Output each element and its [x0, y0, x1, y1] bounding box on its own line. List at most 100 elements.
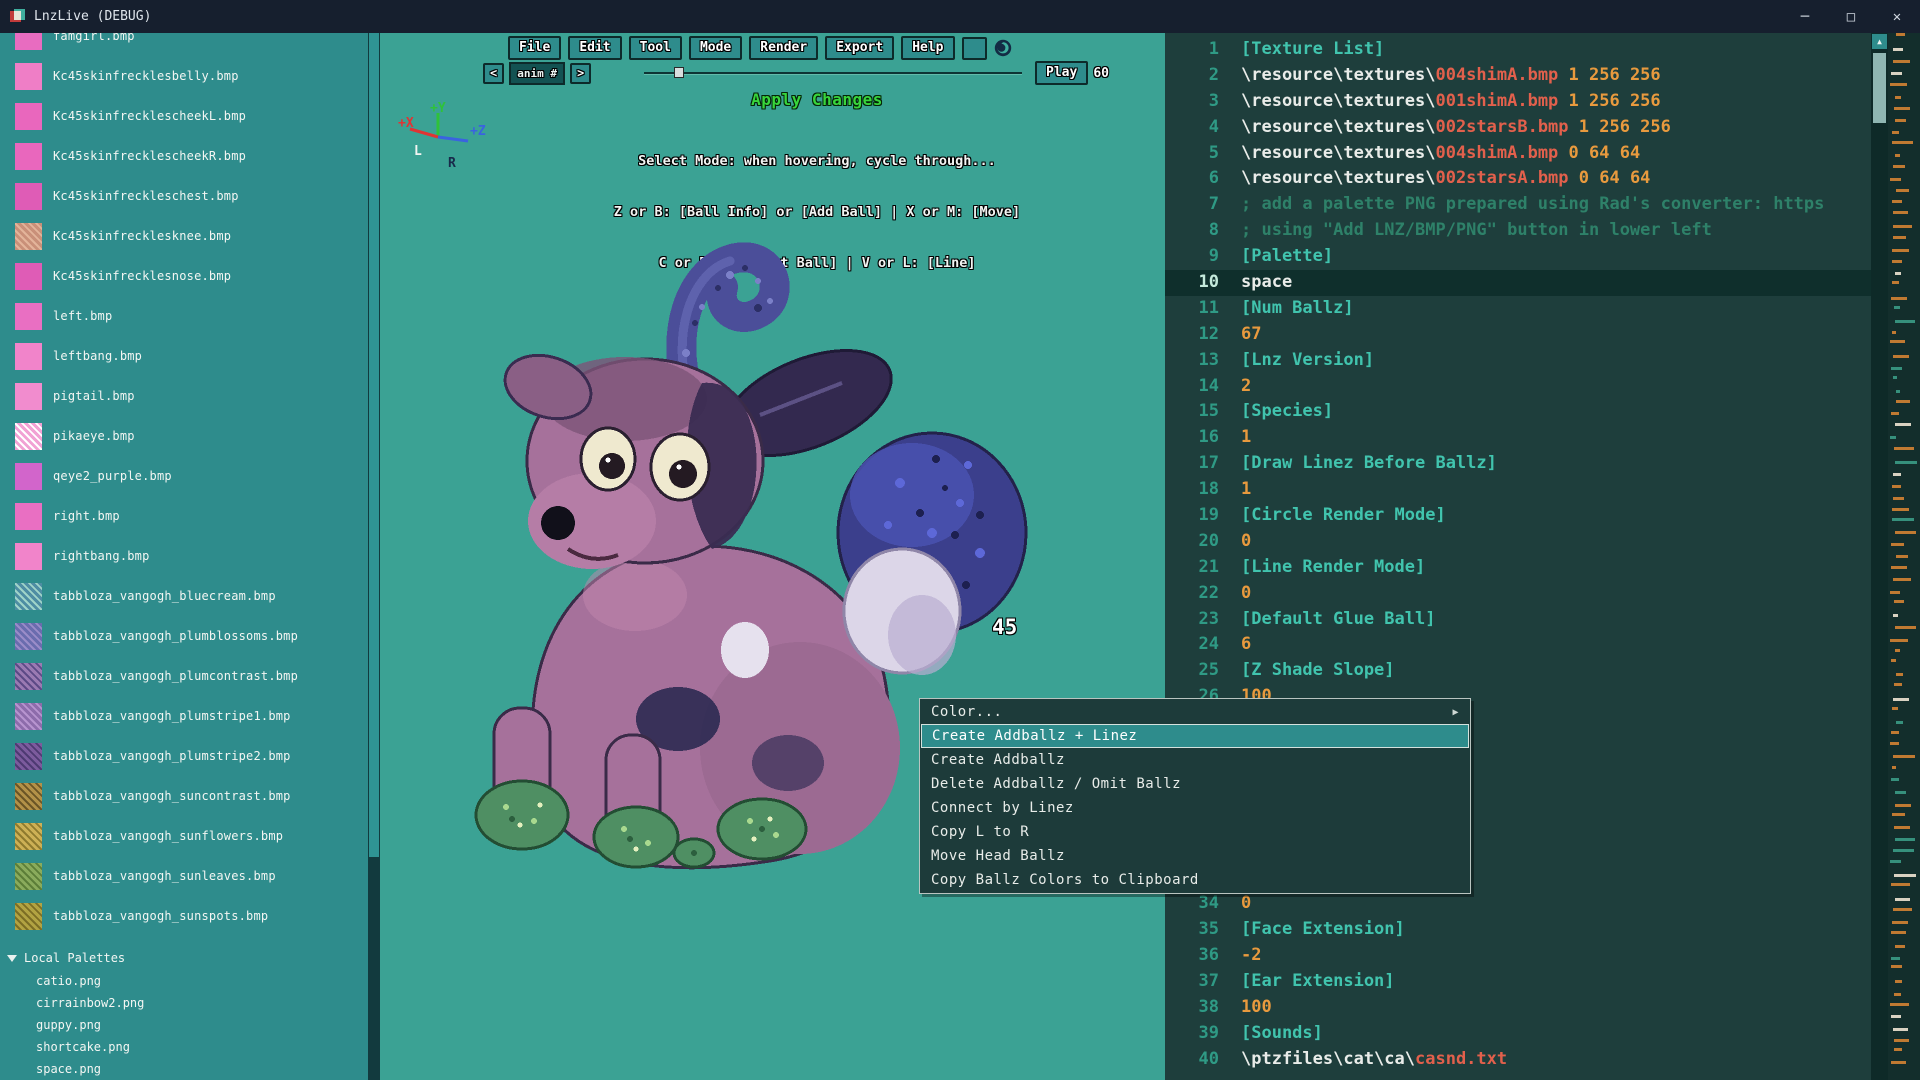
editor-line[interactable]: 1[Texture List]	[1165, 37, 1871, 63]
texture-thumbnail-icon	[15, 63, 42, 90]
menu-export[interactable]: Export	[825, 36, 894, 60]
line-number: 15	[1165, 399, 1219, 425]
context-menu-item[interactable]: Copy Ballz Colors to Clipboard	[921, 868, 1469, 892]
context-menu-item[interactable]: Delete Addballz / Omit Ballz	[921, 772, 1469, 796]
editor-line[interactable]: 142	[1165, 374, 1871, 400]
maximize-button[interactable]: □	[1828, 0, 1874, 33]
context-menu-item[interactable]: Color...	[921, 700, 1469, 724]
menu-file[interactable]: File	[508, 36, 561, 60]
context-menu-item[interactable]: Copy L to R	[921, 820, 1469, 844]
editor-line[interactable]: 39[Sounds]	[1165, 1021, 1871, 1047]
palette-list-item[interactable]: shortcake.png	[0, 1036, 380, 1058]
close-button[interactable]: ✕	[1874, 0, 1920, 33]
texture-list-item[interactable]: Kc45skinfrecklescheekR.bmp	[0, 136, 380, 176]
editor-line[interactable]: 181	[1165, 477, 1871, 503]
viewport-canvas[interactable]: File Edit Tool Mode Render Export Help <…	[380, 33, 1165, 1080]
texture-list-item[interactable]: pikaeye.bmp	[0, 416, 380, 456]
editor-line[interactable]: 25[Z Shade Slope]	[1165, 658, 1871, 684]
editor-line[interactable]: 246	[1165, 632, 1871, 658]
editor-minimap[interactable]	[1888, 33, 1920, 1080]
sidebar-scrollbar-thumb[interactable]	[369, 33, 379, 857]
next-anim-button[interactable]: >	[570, 63, 591, 84]
texture-list-item[interactable]: rightbang.bmp	[0, 536, 380, 576]
palette-list-item[interactable]: space.png	[0, 1058, 380, 1080]
texture-list-item[interactable]: left.bmp	[0, 296, 380, 336]
editor-line[interactable]: 220	[1165, 581, 1871, 607]
editor-scrollbar[interactable]: ▲	[1871, 33, 1888, 1080]
editor-line[interactable]: 35[Face Extension]	[1165, 917, 1871, 943]
editor-line[interactable]: 9[Palette]	[1165, 244, 1871, 270]
texture-list-item[interactable]: pigtail.bmp	[0, 376, 380, 416]
swirl-icon[interactable]	[994, 39, 1012, 57]
menu-render[interactable]: Render	[749, 36, 818, 60]
prev-anim-button[interactable]: <	[483, 63, 504, 84]
editor-line[interactable]: 6\resource\textures\002starsA.bmp 0 64 6…	[1165, 166, 1871, 192]
local-palettes-header[interactable]: Local Palettes	[0, 946, 380, 970]
menu-edit[interactable]: Edit	[568, 36, 621, 60]
editor-line[interactable]: 5\resource\textures\004shimA.bmp 0 64 64	[1165, 141, 1871, 167]
editor-line[interactable]: 21[Line Render Mode]	[1165, 555, 1871, 581]
context-menu-item[interactable]: Connect by Linez	[921, 796, 1469, 820]
editor-line[interactable]: 40\ptzfiles\cat\ca\casnd.txt	[1165, 1047, 1871, 1073]
menu-tool[interactable]: Tool	[629, 36, 682, 60]
texture-list-item[interactable]: leftbang.bmp	[0, 336, 380, 376]
editor-line[interactable]: 36-2	[1165, 943, 1871, 969]
texture-list-item[interactable]: Kc45skinfrecklesnose.bmp	[0, 256, 380, 296]
editor-line[interactable]: 340	[1165, 891, 1871, 917]
editor-line[interactable]: 17[Draw Linez Before Ballz]	[1165, 451, 1871, 477]
texture-list-item[interactable]: tabbloza_vangogh_sunflowers.bmp	[0, 816, 380, 856]
editor-line[interactable]: 19[Circle Render Mode]	[1165, 503, 1871, 529]
editor-scrollbar-thumb[interactable]	[1873, 53, 1886, 123]
texture-list-item[interactable]: qeye2_purple.bmp	[0, 456, 380, 496]
texture-list-item[interactable]: Kc45skinfrecklescheekL.bmp	[0, 96, 380, 136]
line-code: [Z Shade Slope]	[1241, 658, 1395, 684]
editor-line[interactable]: 1267	[1165, 322, 1871, 348]
texture-list-item[interactable]: tabbloza_vangogh_plumblossoms.bmp	[0, 616, 380, 656]
editor-line[interactable]: 37[Ear Extension]	[1165, 969, 1871, 995]
blank-button[interactable]	[962, 37, 987, 60]
palette-list-item[interactable]: guppy.png	[0, 1014, 380, 1036]
editor-line[interactable]: 38100	[1165, 995, 1871, 1021]
context-menu-item[interactable]: Move Head Ballz	[921, 844, 1469, 868]
texture-list-item[interactable]: tabbloza_vangogh_plumstripe1.bmp	[0, 696, 380, 736]
texture-list-item[interactable]: Kc45skinfrecklesknee.bmp	[0, 216, 380, 256]
texture-list-item[interactable]: famgirl.bmp	[0, 33, 380, 56]
editor-line[interactable]: 23[Default Glue Ball]	[1165, 607, 1871, 633]
texture-list-item[interactable]: right.bmp	[0, 496, 380, 536]
texture-list-item[interactable]: tabbloza_vangogh_plumstripe2.bmp	[0, 736, 380, 776]
play-button[interactable]: Play	[1035, 61, 1088, 85]
frame-slider[interactable]	[644, 66, 1022, 80]
minimize-button[interactable]: ─	[1782, 0, 1828, 33]
editor-line[interactable]: 13[Lnz Version]	[1165, 348, 1871, 374]
frame-slider-thumb[interactable]	[674, 67, 684, 78]
anim-number-field[interactable]: anim #	[509, 62, 565, 85]
editor-line[interactable]: 2\resource\textures\004shimA.bmp 1 256 2…	[1165, 63, 1871, 89]
scroll-up-arrow-icon[interactable]: ▲	[1871, 33, 1888, 50]
editor-line[interactable]: 8; using "Add LNZ/BMP/PNG" button in low…	[1165, 218, 1871, 244]
palette-list-item[interactable]: cirrainbow2.png	[0, 992, 380, 1014]
editor-line[interactable]: 7; add a palette PNG prepared using Rad'…	[1165, 192, 1871, 218]
editor-line[interactable]: 161	[1165, 425, 1871, 451]
context-menu-item[interactable]: Create Addballz	[921, 748, 1469, 772]
editor-line[interactable]: 11[Num Ballz]	[1165, 296, 1871, 322]
apply-changes-button[interactable]: Apply Changes	[751, 90, 883, 109]
texture-list-item[interactable]: Kc45skinfreckleschest.bmp	[0, 176, 380, 216]
texture-list-item[interactable]: Kc45skinfrecklesbelly.bmp	[0, 56, 380, 96]
editor-line[interactable]: 15[Species]	[1165, 399, 1871, 425]
editor-line[interactable]: 200	[1165, 529, 1871, 555]
frame-slider-track[interactable]	[644, 72, 1022, 75]
texture-list-item[interactable]: tabbloza_vangogh_bluecream.bmp	[0, 576, 380, 616]
menu-help[interactable]: Help	[901, 36, 954, 60]
editor-line[interactable]: 3\resource\textures\001shimA.bmp 1 256 2…	[1165, 89, 1871, 115]
context-menu-item[interactable]: Create Addballz + Linez	[921, 724, 1469, 748]
editor-line[interactable]: 4\resource\textures\002starsB.bmp 1 256 …	[1165, 115, 1871, 141]
menu-mode[interactable]: Mode	[689, 36, 742, 60]
sidebar-scrollbar[interactable]	[368, 33, 380, 1080]
lnz-editor[interactable]: 1[Texture List]2\resource\textures\004sh…	[1165, 33, 1871, 1080]
texture-list-item[interactable]: tabbloza_vangogh_sunleaves.bmp	[0, 856, 380, 896]
texture-list-item[interactable]: tabbloza_vangogh_sunspots.bmp	[0, 896, 380, 936]
texture-list-item[interactable]: tabbloza_vangogh_suncontrast.bmp	[0, 776, 380, 816]
palette-list-item[interactable]: catio.png	[0, 970, 380, 992]
texture-list-item[interactable]: tabbloza_vangogh_plumcontrast.bmp	[0, 656, 380, 696]
editor-line[interactable]: 10space	[1165, 270, 1871, 296]
